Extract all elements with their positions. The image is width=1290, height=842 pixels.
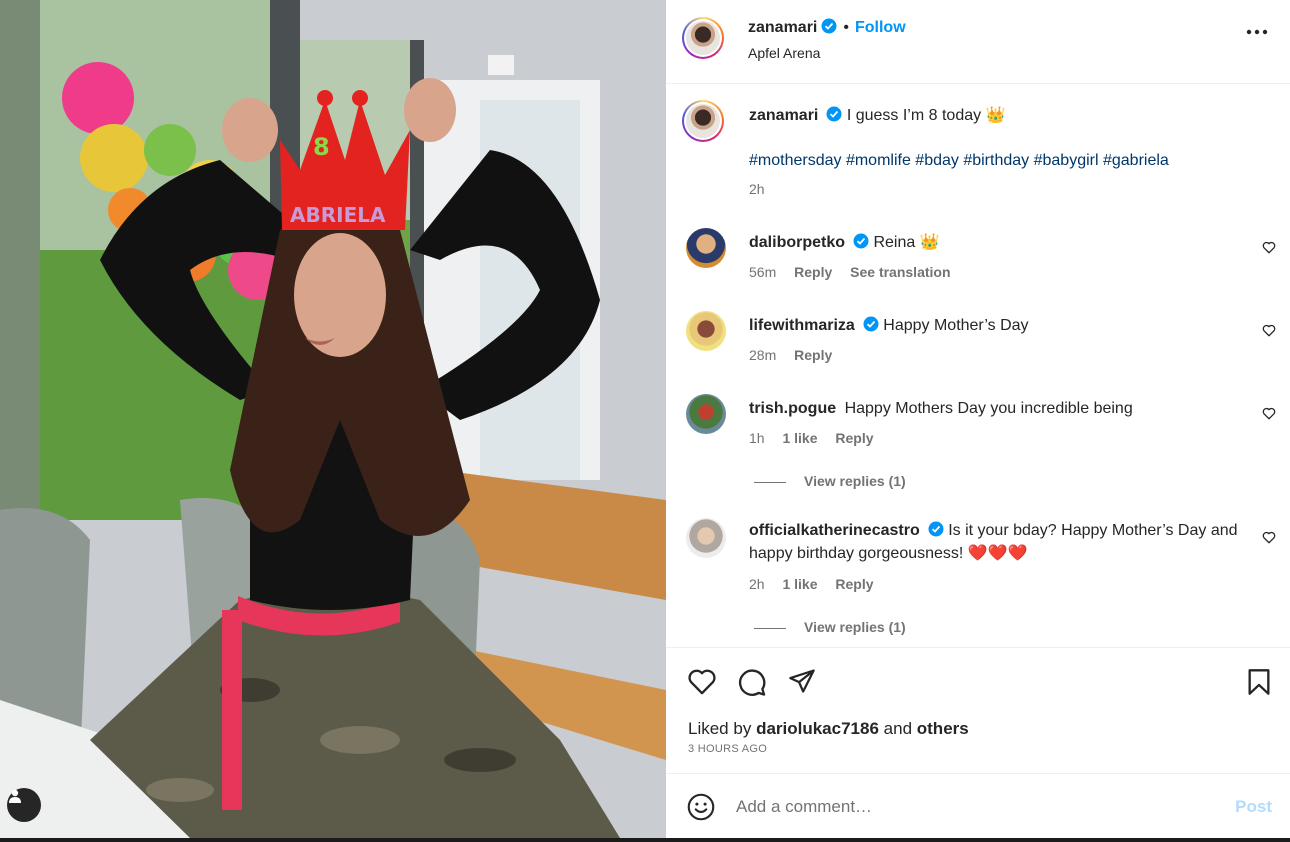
view-replies-label: View replies (1)	[804, 473, 906, 489]
liked-by-and: and	[883, 719, 913, 738]
page-bottom-edge	[0, 838, 1290, 842]
caption-author-avatar[interactable]	[682, 100, 724, 142]
comment-username[interactable]: trish.pogue	[749, 400, 836, 417]
comment-time: 2h	[749, 576, 765, 592]
liked-by-prefix: Liked by	[688, 719, 752, 738]
comment-text-block: trish.pogue Happy Mothers Day you incred…	[749, 397, 1249, 420]
like-comment-heart-icon[interactable]	[1262, 531, 1276, 544]
comment-input[interactable]	[736, 794, 1196, 820]
comment-likes-count[interactable]: 1 like	[782, 430, 817, 446]
caption-text: I guess I’m 8 today 👑	[846, 107, 1006, 124]
liked-by-user[interactable]: dariolukac7186	[756, 719, 879, 738]
verified-badge-icon	[853, 233, 869, 249]
verified-badge-icon	[928, 521, 944, 537]
verified-badge-icon	[863, 316, 879, 332]
post-comment-button[interactable]: Post	[1235, 797, 1272, 817]
reply-button[interactable]: Reply	[794, 264, 832, 280]
post-actions: Liked by dariolukac7186 and others 3 HOU…	[666, 647, 1290, 773]
share-send-icon[interactable]	[788, 668, 816, 694]
comment-time: 56m	[749, 264, 777, 280]
comment-meta: 56m Reply See translation	[749, 264, 965, 280]
user-icon	[9, 789, 21, 803]
add-comment-bar: Post	[666, 773, 1290, 838]
commenter-avatar[interactable]	[686, 311, 726, 351]
photo-illustration: 8 ABRIELA	[0, 0, 666, 838]
comment-time: 1h	[749, 430, 765, 446]
post-details-panel: zanamari • Follow Apfel Arena zanamari I g…	[666, 0, 1290, 838]
see-translation-button[interactable]: See translation	[850, 264, 950, 280]
verified-badge-icon	[821, 18, 837, 34]
comment-text-block: officialkatherinecastro Is it your bday?…	[749, 519, 1254, 565]
comment-likes-count[interactable]: 1 like	[782, 576, 817, 592]
comment-text-block: daliborpetko Reina 👑	[749, 231, 1249, 254]
comments-list[interactable]: zanamari I guess I’m 8 today 👑 #mothersd…	[666, 85, 1290, 647]
caption: zanamari I guess I’m 8 today 👑 #mothersd…	[682, 100, 1276, 200]
more-horizontal-icon[interactable]	[1246, 28, 1268, 36]
comment-text: Happy Mother’s Day	[883, 317, 1029, 334]
like-heart-icon[interactable]	[687, 668, 717, 695]
comment-item: officialkatherinecastro Is it your bday?…	[686, 518, 1276, 638]
tagged-user-button[interactable]	[7, 788, 41, 822]
svg-text:8: 8	[313, 133, 330, 161]
view-replies-line	[754, 481, 786, 483]
view-replies-line	[754, 627, 786, 629]
emoji-icon[interactable]	[687, 793, 715, 821]
commenter-avatar[interactable]	[686, 394, 726, 434]
likes-summary: Liked by dariolukac7186 and others	[688, 719, 969, 739]
liked-by-others[interactable]: others	[917, 719, 969, 738]
comment-item: lifewithmariza Happy Mother’s Day 28m Re…	[686, 311, 1276, 371]
view-replies-label: View replies (1)	[804, 619, 906, 635]
author-username[interactable]: zanamari	[748, 19, 817, 36]
view-replies-button[interactable]: View replies (1)	[754, 473, 906, 489]
caption-time: 2h	[749, 181, 765, 197]
comment-username[interactable]: daliborpetko	[749, 234, 845, 251]
post-location[interactable]: Apfel Arena	[748, 45, 820, 61]
comment-text-block: lifewithmariza Happy Mother’s Day	[749, 314, 1249, 337]
view-replies-button[interactable]: View replies (1)	[754, 619, 906, 635]
like-comment-heart-icon[interactable]	[1262, 407, 1276, 420]
comment-meta: 2h 1 like Reply	[749, 576, 888, 592]
comment-username[interactable]: lifewithmariza	[749, 317, 855, 334]
reply-button[interactable]: Reply	[794, 347, 832, 363]
like-comment-heart-icon[interactable]	[1262, 241, 1276, 254]
verified-badge-icon	[826, 106, 842, 122]
reply-button[interactable]: Reply	[835, 576, 873, 592]
instagram-post-view: 8 ABRIELA zanamari • Follow Apfel Arena	[0, 0, 1290, 842]
comment-bubble-icon[interactable]	[737, 668, 767, 697]
comment-meta: 1h 1 like Reply	[749, 430, 888, 446]
svg-text:ABRIELA: ABRIELA	[290, 203, 386, 227]
comment-username[interactable]: officialkatherinecastro	[749, 522, 920, 539]
caption-text-block: zanamari I guess I’m 8 today 👑	[749, 104, 1249, 127]
post-photo[interactable]: 8 ABRIELA	[0, 0, 666, 838]
commenter-avatar[interactable]	[686, 228, 726, 268]
comment-text: Happy Mothers Day you incredible being	[844, 400, 1133, 417]
comment-item: trish.pogue Happy Mothers Day you incred…	[686, 394, 1276, 494]
like-comment-heart-icon[interactable]	[1262, 324, 1276, 337]
follow-button[interactable]: Follow	[855, 19, 906, 36]
commenter-avatar[interactable]	[686, 518, 726, 558]
caption-author[interactable]: zanamari	[749, 107, 818, 124]
post-timestamp[interactable]: 3 HOURS AGO	[688, 743, 767, 755]
comment-text: Reina 👑	[873, 234, 940, 251]
save-bookmark-icon[interactable]	[1247, 668, 1271, 696]
comment-meta: 28m Reply	[749, 347, 846, 363]
caption-meta: 2h	[749, 181, 779, 197]
comment-item: daliborpetko Reina 👑 56m Reply See trans…	[686, 228, 1276, 288]
post-header: zanamari • Follow Apfel Arena	[666, 0, 1290, 84]
author-avatar[interactable]	[682, 17, 724, 59]
reply-button[interactable]: Reply	[835, 430, 873, 446]
separator-dot: •	[843, 19, 849, 36]
comment-time: 28m	[749, 347, 777, 363]
caption-hashtags[interactable]: #mothersday #momlife #bday #birthday #ba…	[749, 149, 1249, 172]
header-user-line: zanamari • Follow	[748, 18, 906, 37]
